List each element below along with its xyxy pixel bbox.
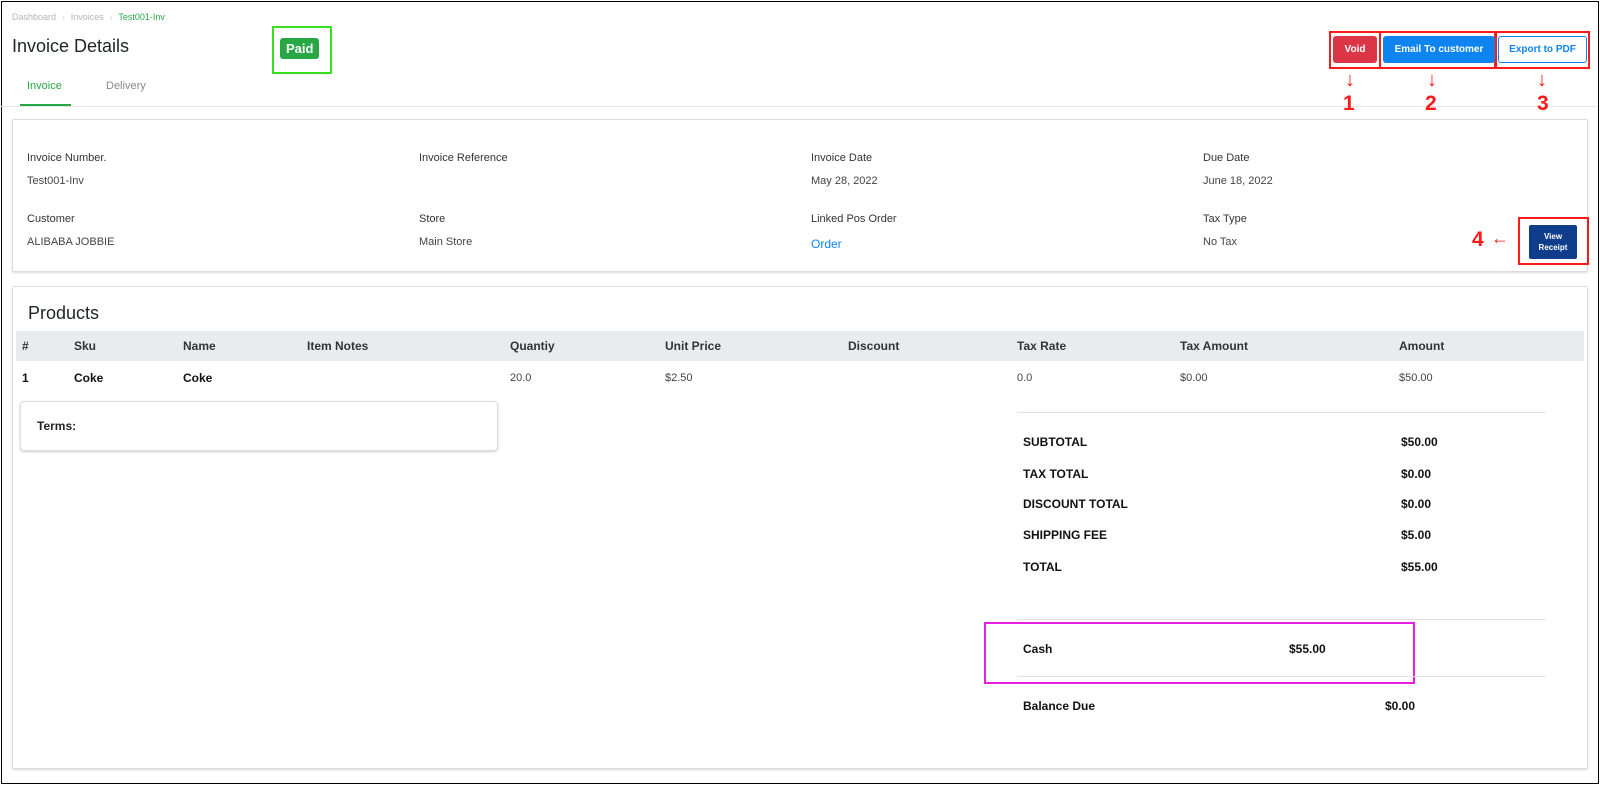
row-unit-price-cell: $2.50 bbox=[665, 372, 693, 384]
arrow-down-icon: ↓ bbox=[1427, 69, 1437, 91]
void-button[interactable]: Void bbox=[1333, 36, 1377, 63]
subtotal-label: SUBTOTAL bbox=[1023, 435, 1088, 449]
export-to-pdf-button[interactable]: Export to PDF bbox=[1498, 36, 1587, 63]
arrow-left-icon: ← bbox=[1491, 228, 1509, 248]
tab-delivery[interactable]: Delivery bbox=[106, 80, 146, 102]
invoice-date-value: May 28, 2022 bbox=[811, 175, 878, 187]
row-quantity-cell: 20.0 bbox=[510, 372, 532, 384]
products-title: Products bbox=[28, 303, 100, 323]
subtotal-value: $50.00 bbox=[1401, 435, 1438, 449]
invoice-reference-label: Invoice Reference bbox=[419, 152, 508, 164]
balance-due-value: $0.00 bbox=[1385, 699, 1416, 713]
tax-total-label: TAX TOTAL bbox=[1023, 467, 1089, 481]
column-header-sku: Sku bbox=[74, 339, 97, 353]
payment-amount-value: $55.00 bbox=[1289, 642, 1326, 656]
breadcrumb-separator: › bbox=[62, 12, 65, 22]
column-header-amount: Amount bbox=[1399, 339, 1445, 353]
column-header-tax-amount: Tax Amount bbox=[1180, 339, 1248, 353]
breadcrumb-dashboard[interactable]: Dashboard bbox=[12, 12, 56, 22]
customer-label: Customer bbox=[27, 213, 75, 225]
breadcrumb-current: Test001-Inv bbox=[118, 12, 165, 22]
breadcrumb: Dashboard › Invoices › Test001-Inv bbox=[12, 12, 165, 22]
terms-box bbox=[20, 401, 498, 451]
due-date-label: Due Date bbox=[1203, 152, 1250, 164]
totals-divider bbox=[1017, 619, 1546, 620]
customer-value: ALIBABA JOBBIE bbox=[27, 236, 115, 248]
discount-total-value: $0.00 bbox=[1401, 497, 1432, 511]
annotation-number-1: 1 bbox=[1343, 92, 1355, 115]
row-tax-rate-cell: 0.0 bbox=[1017, 372, 1033, 384]
status-badge: Paid bbox=[280, 38, 320, 59]
total-value: $55.00 bbox=[1401, 560, 1438, 574]
row-name-cell: Coke bbox=[183, 371, 213, 385]
invoice-date-label: Invoice Date bbox=[811, 152, 873, 164]
totals-divider bbox=[1017, 676, 1546, 677]
column-header-name: Name bbox=[183, 339, 216, 353]
annotation-number-3: 3 bbox=[1537, 92, 1549, 115]
payment-method-label: Cash bbox=[1023, 642, 1053, 656]
tabs-divider bbox=[1, 106, 1598, 107]
row-index-cell: 1 bbox=[22, 371, 29, 385]
linked-pos-order-link[interactable]: Order bbox=[811, 237, 842, 251]
arrow-down-icon: ↓ bbox=[1537, 69, 1547, 91]
terms-label: Terms: bbox=[37, 419, 77, 433]
view-receipt-button[interactable]: View Receipt bbox=[1529, 225, 1577, 259]
tax-type-value: No Tax bbox=[1203, 236, 1238, 248]
shipping-fee-label: SHIPPING FEE bbox=[1023, 528, 1108, 542]
store-label: Store bbox=[419, 213, 446, 225]
row-tax-amount-cell: $0.00 bbox=[1180, 372, 1208, 384]
store-value: Main Store bbox=[419, 236, 473, 248]
view-receipt-label: View Receipt bbox=[1538, 231, 1568, 252]
page-title: Invoice Details bbox=[12, 36, 130, 56]
balance-due-label: Balance Due bbox=[1023, 699, 1096, 713]
email-to-customer-button[interactable]: Email To customer bbox=[1383, 36, 1495, 63]
column-header-unit-price: Unit Price bbox=[665, 339, 722, 353]
totals-divider bbox=[1017, 412, 1546, 413]
tax-total-value: $0.00 bbox=[1401, 467, 1432, 481]
column-header-discount: Discount bbox=[848, 339, 900, 353]
invoice-number-value: Test001-Inv bbox=[27, 175, 84, 187]
tax-type-label: Tax Type bbox=[1203, 213, 1247, 225]
column-header-tax-rate: Tax Rate bbox=[1017, 339, 1067, 353]
breadcrumb-separator: › bbox=[109, 12, 113, 22]
due-date-value: June 18, 2022 bbox=[1203, 175, 1273, 187]
linked-pos-order-label: Linked Pos Order bbox=[811, 213, 897, 225]
discount-total-label: DISCOUNT TOTAL bbox=[1023, 497, 1128, 511]
annotation-number-2: 2 bbox=[1425, 92, 1437, 115]
column-header-item-notes: Item Notes bbox=[307, 339, 369, 353]
total-label: TOTAL bbox=[1023, 560, 1062, 574]
shipping-fee-value: $5.00 bbox=[1401, 528, 1432, 542]
products-table-header bbox=[16, 331, 1584, 361]
invoice-number-label: Invoice Number. bbox=[27, 152, 107, 164]
arrow-down-icon: ↓ bbox=[1345, 69, 1355, 91]
row-amount-cell: $50.00 bbox=[1399, 372, 1433, 384]
row-sku-cell: Coke bbox=[74, 371, 104, 385]
breadcrumb-invoices[interactable]: Invoices bbox=[71, 12, 104, 22]
invoice-info-card bbox=[12, 119, 1588, 272]
tab-invoice[interactable]: Invoice bbox=[27, 80, 62, 102]
column-header-index: # bbox=[22, 339, 29, 353]
annotation-number-4: 4 bbox=[1472, 228, 1484, 251]
column-header-quantity: Quantiy bbox=[510, 339, 555, 353]
